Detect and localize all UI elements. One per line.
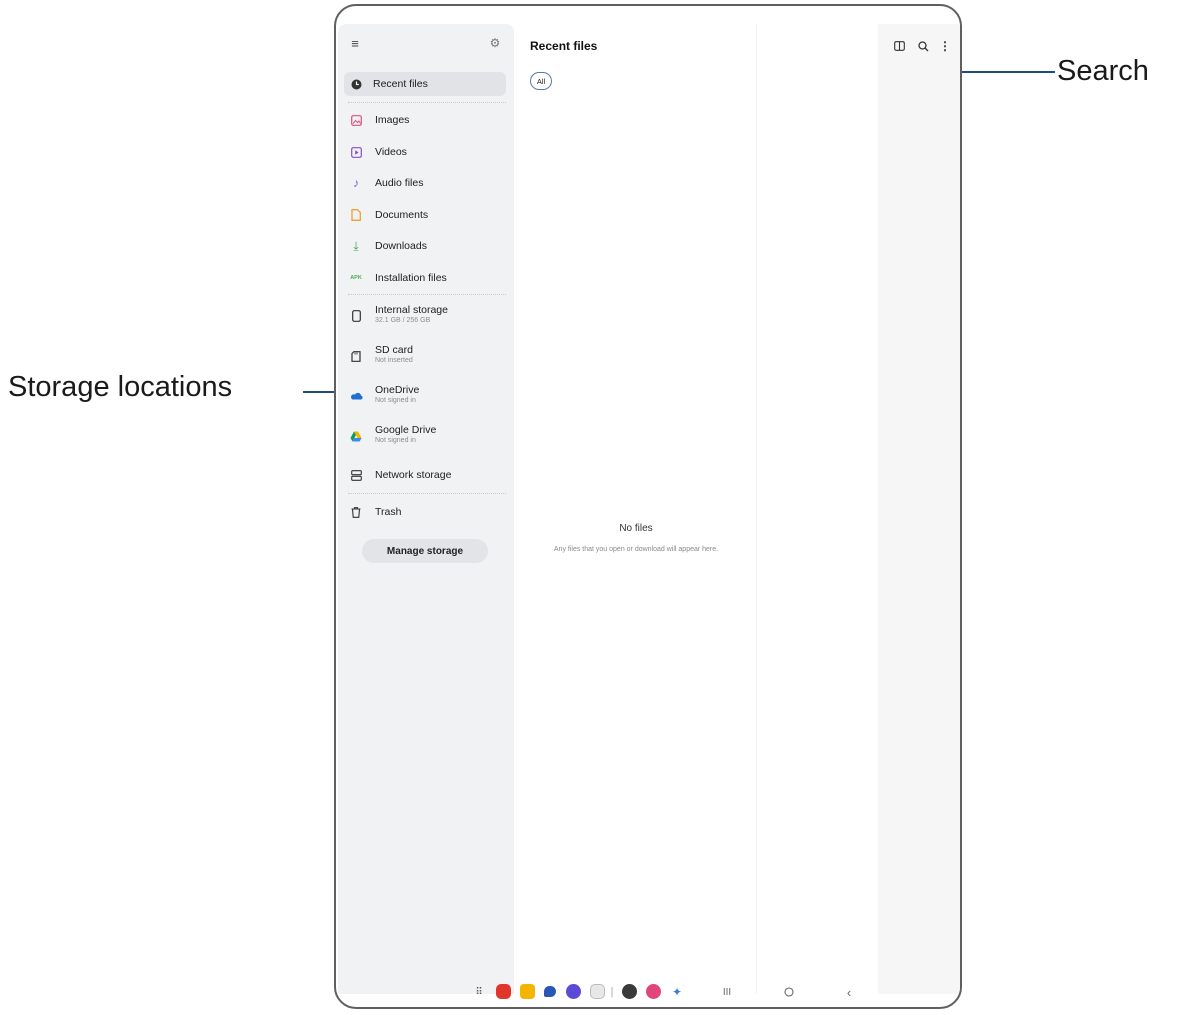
divider xyxy=(348,294,506,295)
settings-icon[interactable] xyxy=(622,984,637,999)
app-icon-yellow[interactable] xyxy=(520,984,535,999)
trash-icon xyxy=(350,506,362,518)
tablet-frame: ≡ ⚙ Recent files Images Videos ♪ Audio f… xyxy=(334,4,962,1009)
dock-separator: | xyxy=(610,986,614,998)
sidebar-item-internal-storage[interactable]: Internal storage 32.1 GB / 256 GB xyxy=(346,300,506,332)
filter-chip-all[interactable]: All xyxy=(530,72,552,90)
sidebar-item-audio-files[interactable]: ♪ Audio files xyxy=(346,171,506,195)
sidebar-item-images[interactable]: Images xyxy=(346,108,506,132)
search-icon[interactable] xyxy=(916,39,930,53)
gear-icon[interactable]: ⚙ xyxy=(488,36,502,50)
sidebar-item-label: Internal storage xyxy=(375,304,448,316)
sidebar-item-label: Network storage xyxy=(375,469,452,481)
sidebar-item-installation-files[interactable]: APK Installation files xyxy=(346,266,506,290)
sparkle-icon[interactable]: ✦ xyxy=(670,985,684,999)
app-icon-pink[interactable] xyxy=(646,984,661,999)
sidebar-item-label: Recent files xyxy=(373,78,428,90)
detail-pane xyxy=(756,24,879,994)
app-icon-red[interactable] xyxy=(496,984,511,999)
side-panel xyxy=(878,24,960,994)
home-icon[interactable] xyxy=(782,985,796,999)
sidebar-item-recent-files[interactable]: Recent files xyxy=(344,72,506,96)
sidebar-item-label: Installation files xyxy=(375,272,447,284)
sidebar-item-label: Videos xyxy=(375,146,407,158)
empty-state-description: Any files that you open or download will… xyxy=(553,546,719,553)
sidebar: ≡ ⚙ Recent files Images Videos ♪ Audio f… xyxy=(338,24,514,994)
phone-icon xyxy=(350,309,362,323)
video-icon xyxy=(350,146,362,158)
sidebar-item-downloads[interactable]: ⤓ Downloads xyxy=(346,234,506,258)
back-icon[interactable]: ‹ xyxy=(842,985,856,1000)
camera-icon[interactable] xyxy=(590,984,605,999)
sidebar-item-label: Downloads xyxy=(375,240,427,252)
clock-icon xyxy=(350,78,362,90)
google-drive-status: Not signed in xyxy=(375,437,416,444)
sidebar-item-label: Images xyxy=(375,114,410,126)
navigation-bar: ⠿ | ✦ III ‹ xyxy=(336,977,960,1007)
image-icon xyxy=(350,114,362,126)
storage-locations-callout: Storage locations xyxy=(8,371,233,403)
sidebar-item-label: OneDrive xyxy=(375,384,420,396)
sidebar-item-sd-card[interactable]: SD card Not inserted xyxy=(346,340,506,372)
more-options-icon[interactable]: ⋮ xyxy=(938,39,952,53)
storage-usage: 32.1 GB / 256 GB xyxy=(375,317,431,324)
menu-icon[interactable]: ≡ xyxy=(348,36,362,51)
sidebar-item-label: SD card xyxy=(375,344,413,356)
divider xyxy=(348,493,506,494)
google-drive-icon xyxy=(349,429,363,443)
sidebar-item-label: Documents xyxy=(375,209,429,221)
recent-apps-icon[interactable]: III xyxy=(720,985,734,999)
sidebar-item-label: Audio files xyxy=(375,177,424,189)
sidebar-item-videos[interactable]: Videos xyxy=(346,140,506,164)
apk-icon: APK xyxy=(350,275,362,281)
sd-card-status: Not inserted xyxy=(375,357,413,364)
sidebar-item-network-storage[interactable]: Network storage xyxy=(346,463,506,487)
sidebar-item-documents[interactable]: Documents xyxy=(346,203,506,227)
apps-grid-icon[interactable]: ⠿ xyxy=(472,985,486,999)
search-callout: Search xyxy=(1057,55,1149,87)
sidebar-item-trash[interactable]: Trash xyxy=(346,500,506,524)
sidebar-item-onedrive[interactable]: OneDrive Not signed in xyxy=(346,380,506,412)
empty-state-title: No files xyxy=(619,523,653,534)
messages-icon[interactable] xyxy=(544,986,556,997)
sidebar-item-label: Google Drive xyxy=(375,424,437,436)
onedrive-icon xyxy=(349,389,363,403)
split-view-icon[interactable] xyxy=(892,39,906,53)
page-title: Recent files xyxy=(530,39,598,53)
document-icon xyxy=(350,209,362,221)
onedrive-status: Not signed in xyxy=(375,397,416,404)
browser-icon[interactable] xyxy=(566,984,581,999)
network-storage-icon xyxy=(350,469,362,481)
download-icon: ⤓ xyxy=(353,238,359,253)
sidebar-item-google-drive[interactable]: Google Drive Not signed in xyxy=(346,420,506,452)
sd-card-icon xyxy=(350,349,362,363)
divider xyxy=(348,102,506,103)
sidebar-item-label: Trash xyxy=(375,506,402,518)
manage-storage-button[interactable]: Manage storage xyxy=(362,539,488,563)
music-note-icon: ♪ xyxy=(353,176,359,190)
main-pane: Recent files All No files Any files that… xyxy=(516,24,756,994)
